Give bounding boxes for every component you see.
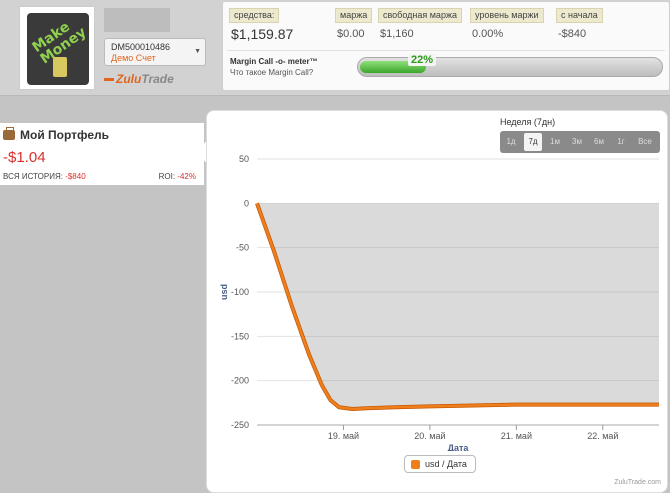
portfolio-roi: ROI: -42% bbox=[159, 172, 196, 181]
margin-level-value: 0.00% bbox=[472, 28, 504, 40]
brand-part1: Zulu bbox=[116, 72, 142, 86]
history-label: ВСЯ ИСТОРИЯ: bbox=[3, 172, 63, 181]
roi-value: -42% bbox=[177, 172, 196, 181]
y-tick-label: 50 bbox=[239, 154, 249, 164]
account-type: Демо Счет bbox=[111, 53, 156, 63]
y-tick-label: 0 bbox=[244, 198, 249, 208]
legend-label: usd / Дата bbox=[425, 459, 467, 469]
chart-credit[interactable]: ZuluTrade.com bbox=[614, 479, 661, 486]
equity-chart: 50 0 -50 -100 -150 -200 -250 19. май 20. май 21. … bbox=[219, 154, 659, 451]
history-value: -$840 bbox=[65, 172, 86, 181]
y-tick-label: -200 bbox=[231, 376, 249, 386]
y-axis-label: usd bbox=[219, 284, 229, 300]
chart-panel: Неделя (7дн) 1д 7д 1м 3м 6м 1г Все 50 0 -5… bbox=[206, 110, 668, 493]
y-tick-label: -50 bbox=[236, 243, 249, 253]
chart-legend[interactable]: usd / Дата bbox=[404, 455, 476, 473]
brand-part2: Trade bbox=[141, 72, 174, 86]
zulutrade-logo[interactable]: ZuluTrade bbox=[104, 72, 174, 86]
margin-call-title: Margin Call -o- meter™ bbox=[230, 57, 318, 66]
equity-value: $1,159.87 bbox=[231, 26, 294, 42]
portfolio-summary[interactable]: Мой Портфель -$1.04 ВСЯ ИСТОРИЯ: -$840 R… bbox=[0, 123, 204, 185]
margin-level-label: уровень маржи bbox=[470, 8, 544, 23]
margin-call-meter: 22% bbox=[357, 54, 663, 77]
account-header: Make Money DM500010486 Демо Счет ▼ ZuluT… bbox=[0, 0, 670, 96]
x-axis-label: Дата bbox=[448, 443, 470, 451]
x-tick-label: 21. май bbox=[501, 431, 532, 441]
chevron-down-icon: ▼ bbox=[194, 48, 201, 55]
switch-icon bbox=[53, 57, 67, 77]
avatar-placeholder bbox=[104, 8, 170, 32]
x-tick-label: 22. май bbox=[587, 431, 618, 441]
x-tick-label: 20. май bbox=[414, 431, 445, 441]
account-selector[interactable]: DM500010486 Демо Счет ▼ bbox=[104, 38, 206, 66]
zulu-mark-icon bbox=[104, 78, 114, 82]
portfolio-history: ВСЯ ИСТОРИЯ: -$840 bbox=[3, 172, 86, 181]
account-id: DM500010486 bbox=[111, 42, 171, 52]
free-margin-label: свободная маржа bbox=[378, 8, 462, 23]
divider bbox=[227, 50, 665, 51]
make-money-logo: Make Money bbox=[27, 13, 89, 85]
portfolio-value: -$1.04 bbox=[3, 149, 46, 166]
margin-value: $0.00 bbox=[337, 28, 365, 40]
y-tick-label: -100 bbox=[231, 287, 249, 297]
y-tick-label: -150 bbox=[231, 331, 249, 341]
briefcase-icon bbox=[3, 127, 15, 140]
equity-label: средства: bbox=[229, 8, 280, 23]
since-start-value: -$840 bbox=[558, 28, 587, 40]
roi-label: ROI: bbox=[158, 172, 176, 181]
free-margin-value: $1,160 bbox=[380, 28, 414, 40]
x-tick-label: 19. май bbox=[328, 431, 359, 441]
margin-call-help-link[interactable]: Что такое Margin Call? bbox=[230, 68, 313, 77]
y-tick-label: -250 bbox=[231, 420, 249, 430]
margin-call-percent: 22% bbox=[408, 54, 437, 66]
account-logo: Make Money bbox=[19, 6, 95, 90]
portfolio-title: Мой Портфель bbox=[20, 128, 110, 142]
legend-swatch bbox=[411, 460, 420, 469]
since-start-label: с начала bbox=[556, 8, 603, 23]
account-stats-panel: средства: $1,159.87 маржа $0.00 свободна… bbox=[222, 1, 670, 91]
margin-label: маржа bbox=[335, 8, 373, 23]
